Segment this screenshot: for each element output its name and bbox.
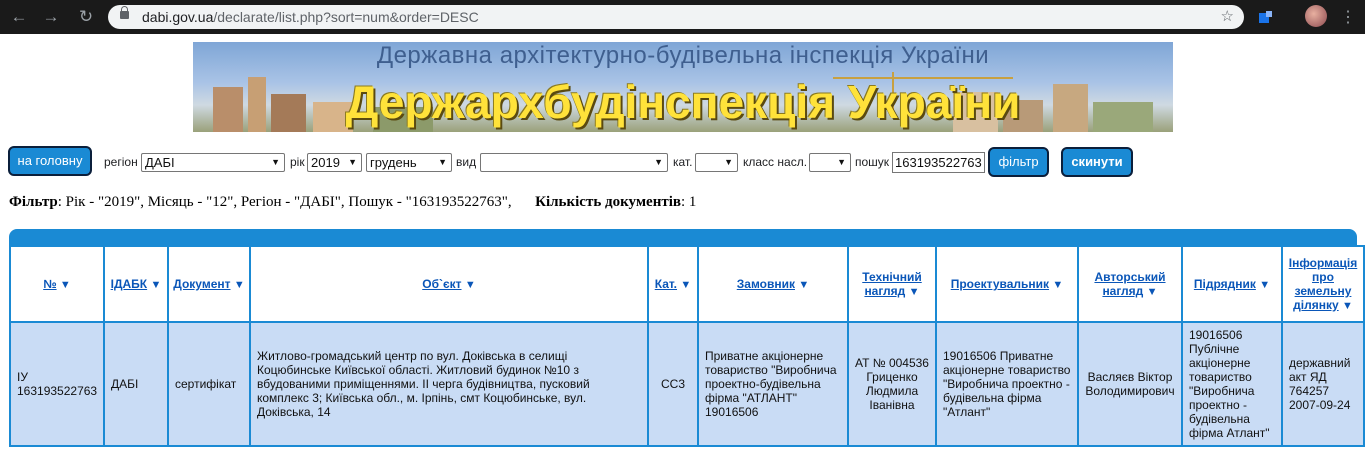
column-header-author-supervision[interactable]: Авторський нагляд ▼ — [1079, 247, 1181, 321]
type-label: вид — [456, 155, 477, 169]
column-header-object[interactable]: Об`єкт ▼ — [251, 247, 647, 321]
banner-subtitle: Державна архітектурно-будівельна інспекц… — [376, 42, 990, 69]
sort-arrow-icon: ▼ — [908, 286, 920, 298]
filter-summary-text: : Рік - "2019", Місяць - "12", Регіон - … — [57, 194, 512, 210]
sort-arrow-icon: ▼ — [1146, 286, 1158, 298]
filter-button[interactable]: фільтр — [988, 147, 1049, 177]
cell-document: сертифікат — [169, 323, 249, 445]
region-label: регіон — [104, 155, 138, 169]
profile-avatar[interactable] — [1305, 5, 1327, 27]
sort-arrow-icon: ▼ — [59, 279, 71, 291]
extension-icon[interactable] — [1258, 9, 1274, 25]
class-select[interactable]: ▼ — [809, 153, 851, 172]
declarations-table: № ▼ ІДАБК ▼ Документ ▼ Об`єкт ▼ Кат. ▼ З… — [9, 245, 1365, 447]
document-count-value: : 1 — [680, 194, 697, 210]
cell-tech-supervision: АТ № 004536 Гриценко Людмила Іванівна — [849, 323, 935, 445]
home-button[interactable]: на головну — [8, 146, 92, 176]
url-text: dabi.gov.ua/declarate/list.php?sort=num&… — [142, 9, 479, 25]
type-select[interactable]: ▼ — [480, 153, 668, 172]
column-header-document[interactable]: Документ ▼ — [169, 247, 249, 321]
bookmark-star-icon[interactable]: ☆ — [1221, 7, 1234, 25]
banner-title: Держархбудінспекція України — [345, 76, 1021, 128]
cell-contractor: 19016506 Публічне акціонерне товариство … — [1183, 323, 1281, 445]
filter-summary-label: Фільтр — [9, 194, 58, 210]
reset-button[interactable]: скинути — [1061, 147, 1133, 177]
cell-customer: Приватне акціонерне товариство "Виробнич… — [699, 323, 847, 445]
forward-icon[interactable]: → — [40, 7, 62, 27]
month-select[interactable]: грудень ▼ — [366, 153, 452, 172]
sort-arrow-icon: ▼ — [464, 279, 476, 291]
table-header-row: № ▼ ІДАБК ▼ Документ ▼ Об`єкт ▼ Кат. ▼ З… — [11, 247, 1363, 321]
sort-arrow-icon: ▼ — [233, 279, 245, 291]
cell-category: СС3 — [649, 323, 697, 445]
column-header-num[interactable]: № ▼ — [11, 247, 103, 321]
sort-arrow-icon: ▼ — [1052, 279, 1064, 291]
sort-arrow-icon: ▼ — [798, 279, 810, 291]
lock-icon — [120, 6, 129, 19]
menu-icon[interactable]: ⋮ — [1340, 7, 1356, 27]
category-label: кат. — [673, 155, 693, 169]
filter-summary: Фільтр: Рік - "2019", Місяць - "12", Рег… — [9, 194, 696, 211]
address-bar[interactable]: dabi.gov.ua/declarate/list.php?sort=num&… — [108, 5, 1244, 29]
dropdown-arrow-icon: ▼ — [271, 157, 280, 167]
column-header-designer[interactable]: Проектувальник ▼ — [937, 247, 1077, 321]
sort-arrow-icon: ▼ — [150, 279, 162, 291]
table-row: ІУ 163193522763 ДАБІ сертифікат Житлово-… — [11, 323, 1363, 445]
dropdown-arrow-icon: ▼ — [438, 157, 447, 167]
column-header-customer[interactable]: Замовник ▼ — [699, 247, 847, 321]
year-label: рік — [290, 155, 305, 169]
dropdown-arrow-icon: ▼ — [724, 157, 733, 167]
sort-arrow-icon: ▼ — [1341, 300, 1353, 312]
cell-designer: 19016506 Приватне акціонерне товариство … — [937, 323, 1077, 445]
year-select[interactable]: 2019 ▼ — [307, 153, 362, 172]
column-header-contractor[interactable]: Підрядник ▼ — [1183, 247, 1281, 321]
column-header-land-info[interactable]: Інформація про земельну ділянку ▼ — [1283, 247, 1363, 321]
document-count-label: Кількість документів — [535, 194, 681, 210]
browser-toolbar: ← → ↻ dabi.gov.ua/declarate/list.php?sor… — [0, 0, 1365, 34]
site-banner: Державна архітектурно-будівельна інспекц… — [193, 42, 1173, 132]
region-select[interactable]: ДАБІ ▼ — [141, 153, 285, 172]
search-label: пошук — [855, 155, 890, 169]
column-header-tech-supervision[interactable]: Технічний нагляд ▼ — [849, 247, 935, 321]
dropdown-arrow-icon: ▼ — [837, 157, 846, 167]
cell-num: ІУ 163193522763 — [11, 323, 103, 445]
class-label: класс насл. — [743, 155, 808, 169]
search-input[interactable]: 163193522763 — [892, 152, 985, 173]
column-header-category[interactable]: Кат. ▼ — [649, 247, 697, 321]
dropdown-arrow-icon: ▼ — [654, 157, 663, 167]
sort-arrow-icon: ▼ — [680, 279, 692, 291]
back-icon[interactable]: ← — [8, 7, 30, 27]
cell-author-supervision: Васляєв Віктор Володимирович — [1079, 323, 1181, 445]
reload-icon[interactable]: ↻ — [75, 7, 97, 27]
cell-land-info: державний акт ЯД 764257 2007-09-24 — [1283, 323, 1363, 445]
cell-idabk: ДАБІ — [105, 323, 167, 445]
dropdown-arrow-icon: ▼ — [348, 157, 357, 167]
cell-object: Житлово-громадський центр по вул. Доківс… — [251, 323, 647, 445]
sort-arrow-icon: ▼ — [1259, 279, 1271, 291]
column-header-idabk[interactable]: ІДАБК ▼ — [105, 247, 167, 321]
category-select[interactable]: ▼ — [695, 153, 738, 172]
